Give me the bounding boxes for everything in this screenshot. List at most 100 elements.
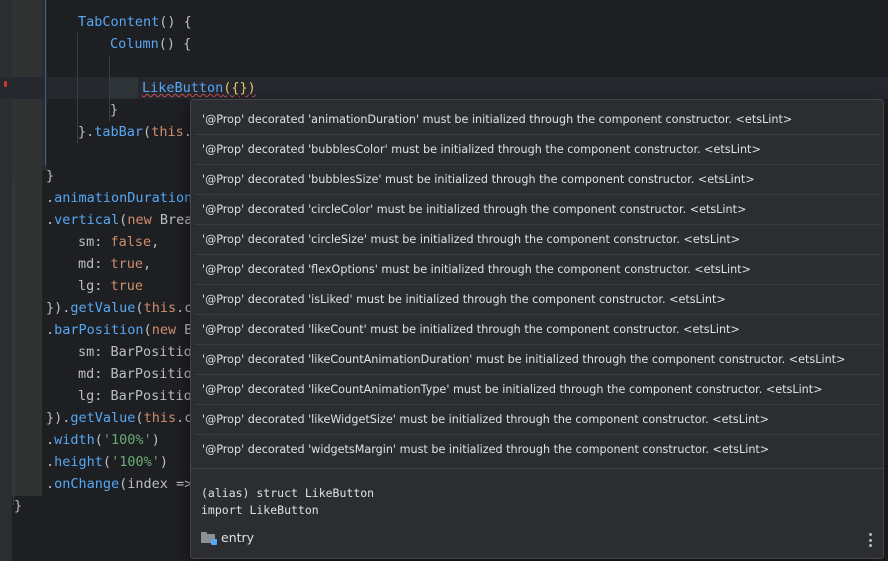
code-token: . <box>46 454 55 470</box>
code-line[interactable]: .barPosition(new B <box>46 319 192 341</box>
code-line[interactable]: } <box>110 99 118 121</box>
code-token: Brea <box>159 212 193 228</box>
code-token: () { <box>158 36 192 52</box>
module-entry[interactable]: entry <box>201 528 254 546</box>
module-label: entry <box>221 529 255 545</box>
problem-item[interactable]: '@Prop' decorated 'circleColor' must be … <box>195 195 882 225</box>
code-line[interactable]: }).getValue(this.c <box>46 297 192 319</box>
code-token: true <box>110 278 144 294</box>
code-token: . <box>46 212 55 228</box>
code-token: . <box>46 190 55 206</box>
indent-guide <box>45 0 46 165</box>
code-token: new <box>127 212 160 228</box>
code-line[interactable]: } <box>46 165 54 187</box>
code-line[interactable]: md: BarPositio <box>78 363 192 385</box>
indent-shade <box>12 0 42 496</box>
code-line[interactable]: lg: true <box>78 275 143 297</box>
code-token: ) <box>151 432 160 448</box>
code-token: ) <box>159 454 168 470</box>
code-line[interactable]: }.tabBar(this. <box>78 121 192 143</box>
code-token: ( <box>102 454 112 470</box>
code-token: }). <box>46 300 71 316</box>
error-marker-icon[interactable] <box>4 81 7 87</box>
problem-item[interactable]: '@Prop' decorated 'circleSize' must be i… <box>195 225 882 255</box>
code-token: . <box>46 322 55 338</box>
code-token: md: <box>78 256 111 272</box>
code-token: . <box>46 432 55 448</box>
code-token: ( <box>143 124 152 140</box>
whitespace-highlight <box>110 78 138 98</box>
code-token: sm: <box>78 234 111 250</box>
code-line[interactable]: } <box>14 495 22 517</box>
code-token: onChange <box>54 476 120 492</box>
code-token: Column <box>110 36 159 52</box>
folder-module-icon <box>201 531 217 545</box>
code-line[interactable]: sm: BarPositio <box>78 341 192 363</box>
code-token: true <box>110 256 144 272</box>
code-token: tabBar <box>94 124 144 140</box>
code-line[interactable]: LikeButton({}) <box>142 77 256 99</box>
code-line[interactable]: .onChange(index => <box>46 473 192 495</box>
code-token: }). <box>46 410 71 426</box>
indent-guide <box>13 183 14 505</box>
code-line[interactable]: sm: false, <box>78 231 159 253</box>
code-token: getValue <box>70 300 136 316</box>
popup-divider <box>191 468 883 469</box>
code-token: this <box>151 124 184 140</box>
code-line[interactable]: }).getValue(this.c <box>46 407 192 429</box>
problem-item[interactable]: '@Prop' decorated 'likeWidgetSize' must … <box>195 405 882 435</box>
code-token: new <box>151 322 185 338</box>
problem-item[interactable]: '@Prop' decorated 'likeCount' must be in… <box>195 315 882 345</box>
code-line[interactable]: .animationDuration <box>46 187 192 209</box>
code-token: ( <box>135 300 144 316</box>
doc-signature: (alias) struct LikeButton <box>201 486 375 500</box>
code-token: , <box>143 256 152 272</box>
problem-item[interactable]: '@Prop' decorated 'likeCountAnimationDur… <box>195 345 882 375</box>
code-token: lg: BarPositio <box>78 388 192 404</box>
code-line[interactable]: .height('100%') <box>46 451 168 473</box>
code-token: getValue <box>70 410 136 426</box>
problem-item[interactable]: '@Prop' decorated 'bubblesSize' must be … <box>195 165 882 195</box>
problem-item[interactable]: '@Prop' decorated 'flexOptions' must be … <box>195 255 882 285</box>
problem-item[interactable]: '@Prop' decorated 'animationDuration' mu… <box>195 105 882 135</box>
code-token: ( <box>94 432 103 448</box>
code-token: false <box>110 234 152 250</box>
code-token: ( <box>135 410 144 426</box>
code-token: } <box>46 168 55 184</box>
code-line[interactable]: lg: BarPositio <box>78 385 192 407</box>
code-token: LikeButton <box>142 80 224 96</box>
code-line[interactable]: .width('100%') <box>46 429 160 451</box>
code-token: width <box>54 432 95 448</box>
code-token: '100%' <box>111 454 160 470</box>
code-token: }. <box>78 124 95 140</box>
code-token: ( <box>143 322 152 338</box>
kebab-menu-icon[interactable] <box>869 533 873 547</box>
problem-item[interactable]: '@Prop' decorated 'widgetsMargin' must b… <box>195 435 882 464</box>
problem-item[interactable]: '@Prop' decorated 'likeCountAnimationTyp… <box>195 375 882 405</box>
code-token: height <box>54 454 103 470</box>
doc-import: import LikeButton <box>201 503 319 517</box>
code-token: . <box>46 476 55 492</box>
code-line[interactable]: .vertical(new Brea <box>46 209 192 231</box>
code-token: md: BarPositio <box>78 366 192 382</box>
code-token: () { <box>159 14 192 30</box>
code-token: lg: <box>78 278 111 294</box>
code-token: } <box>14 498 23 514</box>
code-token: this <box>143 300 177 316</box>
code-token: } <box>110 102 119 118</box>
code-token: barPosition <box>54 322 144 338</box>
code-token: this <box>143 410 177 426</box>
problem-item[interactable]: '@Prop' decorated 'bubblesColor' must be… <box>195 135 882 165</box>
code-token: , <box>151 234 160 250</box>
code-token: (index => <box>119 476 193 492</box>
code-line[interactable]: Column() { <box>110 33 191 55</box>
code-token: animationDuration <box>54 190 193 206</box>
problem-item[interactable]: '@Prop' decorated 'isLiked' must be init… <box>195 285 882 315</box>
code-token: TabContent <box>78 14 160 30</box>
code-line[interactable]: TabContent() { <box>78 11 192 33</box>
code-token: ({}) <box>223 80 256 96</box>
problem-list: '@Prop' decorated 'animationDuration' mu… <box>191 100 883 464</box>
code-line[interactable]: md: true, <box>78 253 151 275</box>
code-token: '100%' <box>102 432 152 448</box>
code-token: sm: BarPositio <box>78 344 192 360</box>
